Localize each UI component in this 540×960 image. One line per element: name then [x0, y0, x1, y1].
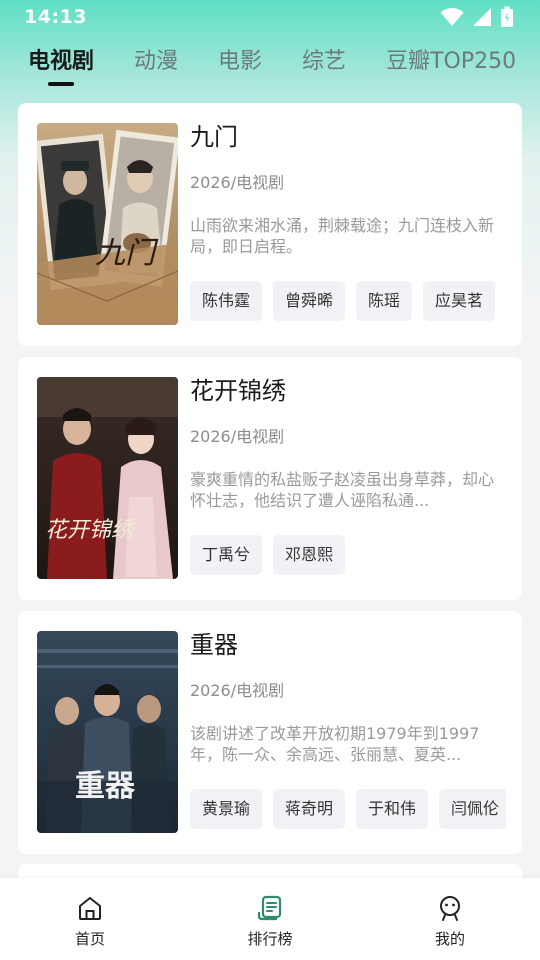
show-meta: 2026/电视剧 [190, 427, 285, 446]
show-meta: 2026/电视剧 [190, 681, 285, 700]
show-info: 重器 2026/电视剧 该剧讲述了改革开放初期1979年到1997年，陈一众、余… [190, 629, 506, 829]
category-tabs: 电视剧 动漫 电影 综艺 豆瓣TOP250 [0, 40, 540, 92]
tab-anime[interactable]: 动漫 [134, 40, 178, 86]
show-card[interactable]: 花开锦绣 花开锦绣 2026/电视剧 豪爽重情的私盐贩子赵凌虽出身草莽，却心怀壮… [18, 357, 522, 600]
ranking-icon [257, 895, 282, 921]
show-title[interactable]: 九门 [190, 121, 506, 153]
cell-signal-icon [473, 8, 491, 26]
show-description: 豪爽重情的私盐贩子赵凌虽出身草莽，却心怀壮志，他结识了遭人诬陷私通... [190, 470, 494, 510]
cast-tags: 陈伟霆 曾舜晞 陈瑶 应昊茗 [190, 281, 506, 321]
cast-tag[interactable]: 应昊茗 [423, 281, 496, 321]
cast-tags: 黄景瑜 蒋奇明 于和伟 闫佩伦 [190, 789, 506, 829]
cast-tag[interactable]: 邓恩熙 [273, 535, 346, 575]
show-poster[interactable]: 九门 [37, 123, 178, 325]
tab-tv-series[interactable]: 电视剧 [28, 40, 94, 86]
show-info: 花开锦绣 2026/电视剧 豪爽重情的私盐贩子赵凌虽出身草莽，却心怀壮志，他结识… [190, 375, 506, 575]
nav-home[interactable]: 首页 [25, 878, 155, 960]
bottom-nav: 首页 排行榜 我的 [0, 878, 540, 960]
show-card[interactable]: 重器 重器 2026/电视剧 该剧讲述了改革开放初期1979年到1997年，陈一… [18, 611, 522, 854]
show-meta: 2026/电视剧 [190, 173, 285, 192]
battery-icon [501, 6, 513, 27]
cast-tag[interactable]: 蒋奇明 [273, 789, 346, 829]
cast-tag[interactable]: 闫佩伦 [439, 789, 506, 829]
home-icon [79, 897, 101, 920]
poster-title-art: 花开锦绣 [45, 518, 136, 543]
tab-douban-top250[interactable]: 豆瓣TOP250 [386, 40, 516, 86]
show-title[interactable]: 花开锦绣 [190, 375, 506, 407]
cast-tag[interactable]: 曾舜晞 [273, 281, 346, 321]
cast-tag[interactable]: 于和伟 [356, 789, 429, 829]
nav-home-label: 首页 [74, 930, 105, 948]
cast-tag[interactable]: 陈瑶 [356, 281, 413, 321]
show-title[interactable]: 重器 [190, 629, 506, 661]
tab-movies[interactable]: 电影 [218, 40, 262, 86]
show-info: 九门 2026/电视剧 山雨欲来湘水涌，荆棘载途；九门连枝入新局，即日启程。 陈… [190, 121, 506, 321]
status-icons [440, 6, 514, 28]
show-poster[interactable]: 重器 [37, 631, 178, 833]
show-poster[interactable]: 花开锦绣 [37, 377, 178, 579]
nav-profile[interactable]: 我的 [385, 878, 515, 960]
show-list: 九门 九门 2026/电视剧 山雨欲来湘水涌，荆棘载途；九门连枝入新局，即日启程… [18, 103, 522, 865]
cast-tag[interactable]: 陈伟霆 [190, 281, 263, 321]
nav-profile-label: 我的 [434, 930, 465, 948]
show-description: 山雨欲来湘水涌，荆棘载途；九门连枝入新局，即日启程。 [190, 216, 494, 256]
status-time: 14:13 [24, 6, 87, 28]
wifi-icon [440, 8, 464, 26]
tab-variety[interactable]: 综艺 [302, 40, 346, 86]
poster-title-art: 重器 [75, 769, 136, 804]
poster-title-art: 九门 [95, 236, 159, 271]
cast-tag[interactable]: 黄景瑜 [190, 789, 263, 829]
cast-tag[interactable]: 丁禹兮 [190, 535, 263, 575]
show-card[interactable]: 九门 九门 2026/电视剧 山雨欲来湘水涌，荆棘载途；九门连枝入新局，即日启程… [18, 103, 522, 346]
show-description: 该剧讲述了改革开放初期1979年到1997年，陈一众、余高远、张丽慧、夏英... [190, 724, 480, 764]
nav-ranking[interactable]: 排行榜 [205, 878, 335, 960]
nav-ranking-label: 排行榜 [247, 930, 293, 948]
profile-icon [440, 896, 460, 921]
cast-tags: 丁禹兮 邓恩熙 [190, 535, 506, 575]
status-bar: 14:13 [0, 0, 540, 34]
